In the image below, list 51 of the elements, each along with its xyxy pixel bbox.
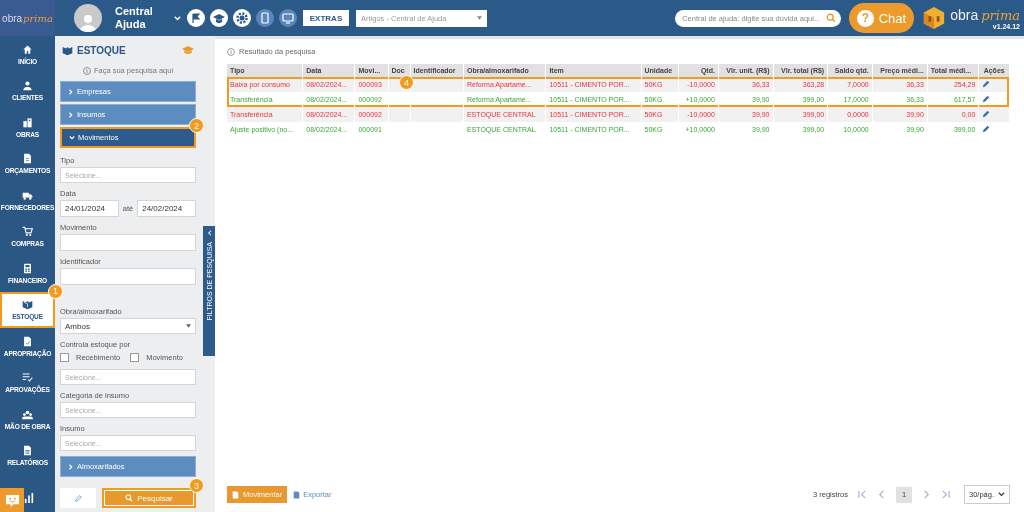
- eraser-icon: [74, 494, 82, 502]
- callout-badge: 3: [189, 478, 204, 493]
- search-icon: [125, 494, 134, 502]
- calculator-icon: [22, 262, 33, 274]
- chevron-down-icon[interactable]: [173, 13, 182, 23]
- chevron-down-icon: [69, 134, 75, 141]
- info-icon: [82, 66, 91, 75]
- person-silhouette-icon: [78, 12, 98, 32]
- report-icon: [22, 445, 33, 457]
- chevron-right-icon: [68, 88, 74, 95]
- cube-logo-icon: [922, 6, 947, 30]
- chevron-down-icon: [998, 491, 1005, 498]
- bar-chart-icon: [24, 492, 34, 504]
- document-icon: [22, 153, 33, 165]
- settings-icon[interactable]: [233, 9, 251, 27]
- graduation-cap-icon[interactable]: [210, 9, 228, 27]
- people-icon: [22, 408, 33, 420]
- dropdown-arrow-icon: [477, 16, 482, 20]
- monitor-icon[interactable]: [279, 9, 297, 27]
- chevron-right-icon: [68, 463, 74, 470]
- document-icon: [232, 490, 239, 499]
- text-field[interactable]: [60, 234, 196, 251]
- search-icon: [826, 13, 837, 23]
- flag-icon[interactable]: [187, 9, 205, 27]
- checkbox[interactable]: [60, 353, 69, 362]
- chevron-right-icon: [68, 111, 74, 118]
- user-name: Central Ajuda: [115, 5, 154, 31]
- dropdown-arrow-icon: [186, 324, 191, 328]
- chevron-left-icon: [206, 230, 212, 236]
- person-icon: [22, 80, 33, 92]
- checklist-icon: [22, 372, 33, 384]
- cart-icon: [22, 226, 33, 238]
- avatar[interactable]: [74, 4, 102, 32]
- smartphone-icon[interactable]: [256, 9, 274, 27]
- panel-title: ESTOQUE: [77, 45, 126, 56]
- document-icon: [293, 490, 301, 499]
- logo: obraprima: [0, 0, 55, 36]
- boxes-icon: [62, 45, 73, 56]
- home-icon: [22, 43, 33, 55]
- date-field[interactable]: 24/01/2024: [60, 200, 119, 217]
- info-icon: [227, 47, 235, 56]
- document-icon: [22, 335, 33, 347]
- brand-logo: obra prima: [950, 6, 1020, 23]
- checkbox[interactable]: [130, 353, 140, 362]
- select-field[interactable]: Ambos: [60, 318, 196, 334]
- boxes-icon: [22, 299, 33, 311]
- buildings-icon: [22, 116, 33, 128]
- text-field[interactable]: [60, 268, 196, 285]
- extras-button[interactable]: EXTRAS: [303, 10, 349, 26]
- date-field[interactable]: 24/02/2024: [137, 200, 196, 217]
- smiley-chat-icon: [4, 492, 20, 508]
